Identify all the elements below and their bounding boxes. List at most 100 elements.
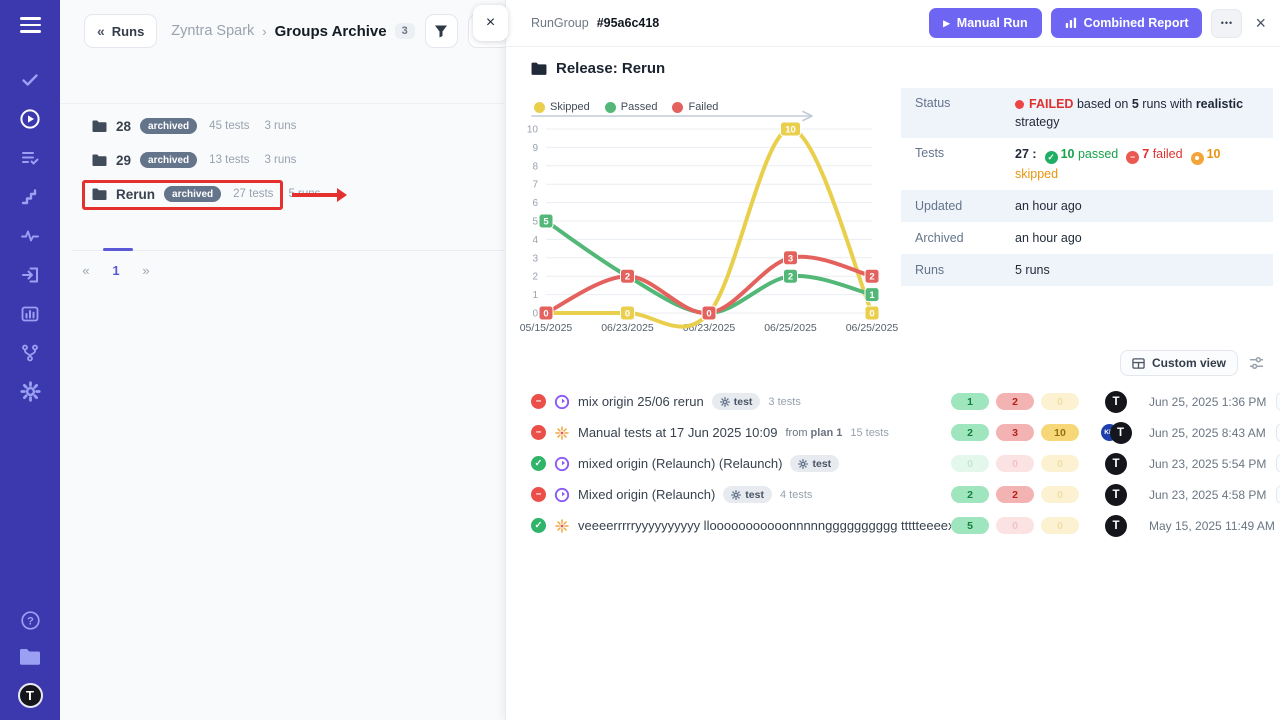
pulse-icon[interactable]	[19, 225, 41, 247]
pagination-next[interactable]: »	[131, 259, 161, 282]
passed-count-pill: 5	[951, 517, 989, 534]
tests-row: Tests 27 :✓10 passed−7 failed10 skipped	[901, 138, 1273, 189]
skipped-dot-icon	[1191, 152, 1204, 165]
help-icon[interactable]: ?	[19, 609, 41, 631]
svg-text:3: 3	[788, 253, 793, 264]
run-more-button[interactable]: •••	[1276, 454, 1280, 473]
test-type-badge: test	[790, 455, 839, 472]
avatar[interactable]: T	[1110, 422, 1132, 444]
svg-text:0: 0	[532, 309, 538, 320]
svg-text:05/15/2025: 05/15/2025	[520, 322, 573, 334]
result-pills: 220	[951, 486, 1083, 503]
menu-icon[interactable]	[20, 17, 41, 33]
svg-text:0: 0	[706, 309, 711, 320]
svg-text:5: 5	[543, 217, 549, 228]
release-title: Release: Rerun	[531, 60, 665, 77]
run-row[interactable]: ✓mixed origin (Relaunch) (Relaunch)test0…	[531, 448, 1264, 479]
folder-row[interactable]: 28 archived 45 tests 3 runs	[60, 109, 505, 143]
svg-text:10: 10	[785, 125, 796, 136]
manual-run-button[interactable]: ▶ Manual Run	[929, 8, 1041, 38]
folder-icon	[92, 154, 107, 167]
failed-count-pill: 2	[996, 393, 1034, 410]
custom-view-button[interactable]: Custom view	[1120, 350, 1238, 376]
folder-icon	[92, 188, 107, 201]
run-row[interactable]: −Mixed origin (Relaunch)test4 tests220TJ…	[531, 479, 1264, 510]
svg-text:6: 6	[532, 198, 538, 209]
tests-value: 27 :✓10 passed−7 failed10 skipped	[1015, 145, 1261, 182]
updated-label: Updated	[915, 198, 1015, 213]
run-more-button[interactable]: •••	[1276, 485, 1280, 504]
projects-folder-icon[interactable]	[19, 646, 41, 668]
run-avatars: KBT	[1083, 422, 1149, 444]
folder-row-selected[interactable]: Rerun archived 27 tests 5 runs	[60, 177, 505, 211]
combined-report-button[interactable]: Combined Report	[1051, 8, 1203, 38]
steps-icon[interactable]	[19, 186, 41, 208]
runs-archive-panel: « Runs Zyntra Spark › Groups Archive 3 2…	[60, 0, 505, 720]
svg-text:3: 3	[532, 253, 538, 264]
breadcrumb-project[interactable]: Zyntra Spark	[171, 23, 254, 39]
failed-status-icon: −	[531, 425, 546, 440]
test-type-badge: test	[712, 393, 761, 410]
avatar[interactable]: T	[1105, 515, 1127, 537]
svg-text:7: 7	[532, 180, 538, 191]
svg-text:8: 8	[532, 161, 538, 172]
run-name[interactable]: Manual tests at 17 Jun 2025 10:09	[578, 425, 777, 440]
pagination-prev[interactable]: «	[71, 259, 101, 282]
relaunch-run-icon	[554, 394, 570, 410]
passed-status-icon: ✓	[531, 518, 546, 533]
runs-play-icon[interactable]	[19, 108, 41, 130]
run-row[interactable]: − Manual tests at 17 Jun 2025 10:09 from p…	[531, 417, 1264, 448]
run-avatars: T	[1083, 515, 1149, 537]
run-date: May 15, 2025 11:49 AM	[1149, 519, 1275, 533]
filter-button[interactable]	[425, 14, 458, 48]
run-row[interactable]: ✓ veeeerrrrryyyyyyyyyy llooooooooooonnnnn…	[531, 510, 1264, 541]
status-value: FAILED based on 5 runs with realistic st…	[1015, 95, 1261, 131]
sign-in-icon[interactable]	[19, 264, 41, 286]
groups-count-badge: 3	[395, 23, 415, 39]
run-tests-count: 4 tests	[780, 489, 812, 501]
skipped-count-pill: 0	[1041, 517, 1079, 534]
run-date: Jun 23, 2025 4:58 PM	[1149, 488, 1266, 502]
run-info: ✓mixed origin (Relaunch) (Relaunch)test	[531, 455, 951, 472]
run-name[interactable]: mixed origin (Relaunch) (Relaunch)	[578, 456, 782, 471]
folder-tests-count: 45 tests	[209, 120, 249, 132]
avatar[interactable]: T	[1105, 391, 1127, 413]
run-name[interactable]: Mixed origin (Relaunch)	[578, 487, 715, 502]
failed-status-icon: −	[531, 487, 546, 502]
result-pills: 500	[951, 517, 1083, 534]
runs-row: Runs 5 runs	[901, 254, 1273, 286]
panel-close-button[interactable]: ×	[473, 5, 508, 41]
avatar[interactable]: T	[1105, 453, 1127, 475]
branch-icon[interactable]	[19, 342, 41, 364]
drawer-more-button[interactable]: •••	[1211, 9, 1242, 38]
close-button[interactable]: ×	[1255, 13, 1266, 34]
bar-chart-icon[interactable]	[19, 303, 41, 325]
app-root: ? T « Runs Zyntra Spark › Groups Archive…	[0, 0, 1280, 720]
tests-check-icon[interactable]	[19, 69, 41, 91]
gear-icon[interactable]	[19, 381, 41, 403]
run-row[interactable]: −mix origin 25/06 reruntest3 tests120TJu…	[531, 386, 1264, 417]
pagination-divider	[72, 250, 505, 251]
rungroup-type-label: RunGroup	[531, 16, 589, 30]
failed-dot-icon	[1015, 100, 1024, 109]
run-more-button[interactable]: •••	[1276, 392, 1280, 411]
run-info: − Manual tests at 17 Jun 2025 10:09 from p…	[531, 425, 951, 441]
folder-row[interactable]: 29 archived 13 tests 3 runs	[60, 143, 505, 177]
report-bars-icon	[1065, 17, 1077, 29]
run-name[interactable]: veeeerrrrryyyyyyyyyy llooooooooooonnnnng…	[578, 518, 951, 533]
folder-name: 28	[116, 119, 131, 134]
run-date: Jun 25, 2025 1:36 PM	[1149, 395, 1266, 409]
run-date: Jun 25, 2025 8:43 AM	[1149, 426, 1266, 440]
run-more-button[interactable]: •••	[1276, 423, 1280, 442]
funnel-icon	[434, 24, 448, 38]
back-to-runs-button[interactable]: « Runs	[84, 14, 157, 48]
avatar[interactable]: T	[1105, 484, 1127, 506]
view-settings-icon[interactable]	[1249, 356, 1264, 370]
pagination-page-1[interactable]: 1	[101, 259, 131, 282]
test-list-icon[interactable]	[19, 147, 41, 169]
user-avatar[interactable]: T	[18, 683, 43, 708]
run-name[interactable]: mix origin 25/06 rerun	[578, 394, 704, 409]
folder-icon	[92, 120, 107, 133]
status-label: Status	[915, 95, 1015, 131]
run-from-plan[interactable]: from plan 1	[785, 427, 842, 439]
